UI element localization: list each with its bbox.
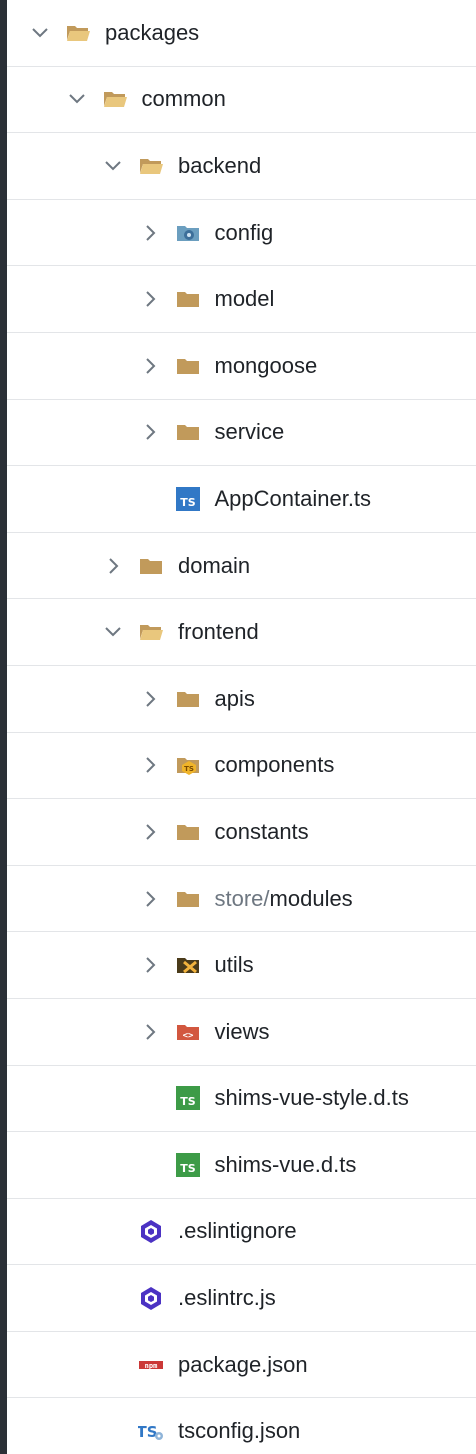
tree-item-label: constants — [214, 818, 309, 844]
chevron-right-icon[interactable] — [139, 821, 161, 843]
tree-item-backend[interactable]: backend — [7, 133, 476, 200]
tree-item-label-suffix: modules — [269, 885, 353, 911]
tree-item-label: shims-vue.d.ts — [214, 1151, 357, 1177]
tree-item-common[interactable]: common — [7, 67, 476, 134]
typescript-file-icon: TS — [175, 486, 201, 511]
chevron-right-icon[interactable] — [139, 688, 161, 710]
chevron-right-icon[interactable] — [139, 222, 161, 244]
tree-item-label: utils — [214, 952, 254, 978]
eslint-icon — [138, 1219, 164, 1244]
tree-item-label: package.json — [178, 1351, 308, 1377]
window-edge — [0, 0, 7, 1454]
folder-open-icon — [138, 620, 164, 644]
folder-icon — [175, 687, 201, 711]
folder-config-icon — [175, 221, 201, 245]
svg-text:TS: TS — [180, 1095, 196, 1108]
tree-item-components[interactable]: TS components — [7, 733, 476, 800]
tree-item-apis[interactable]: apis — [7, 666, 476, 733]
tree-item-constants[interactable]: constants — [7, 799, 476, 866]
chevron-down-icon[interactable] — [66, 88, 88, 110]
tree-item-views[interactable]: <> views — [7, 999, 476, 1066]
svg-text:npm: npm — [145, 1362, 158, 1370]
tree-item-label: model — [214, 286, 275, 312]
tree-item-label: views — [214, 1018, 270, 1044]
tree-item-label: service — [214, 419, 285, 445]
folder-icon — [175, 420, 201, 444]
folder-icon — [175, 287, 201, 311]
tree-item-label: frontend — [178, 619, 259, 645]
chevron-down-icon[interactable] — [29, 22, 51, 44]
svg-text:TS: TS — [180, 1162, 196, 1175]
tree-item-label: components — [214, 752, 335, 778]
folder-open-icon — [102, 87, 128, 111]
tree-item-label: .eslintignore — [178, 1218, 297, 1244]
folder-utils-icon — [175, 953, 201, 977]
typescript-def-icon: TS — [175, 1086, 201, 1111]
tree-item-label: config — [214, 219, 274, 245]
tree-item-label: .eslintrc.js — [178, 1285, 276, 1311]
tree-item-label: mongoose — [214, 352, 318, 378]
tree-item-packages[interactable]: packages — [7, 0, 476, 67]
tree-item-label: shims-vue-style.d.ts — [214, 1085, 409, 1111]
folder-icon — [138, 554, 164, 578]
tree-item-mongoose[interactable]: mongoose — [7, 333, 476, 400]
tree-item-domain[interactable]: domain — [7, 533, 476, 600]
tree-item-eslintignore[interactable]: .eslintignore — [7, 1199, 476, 1266]
folder-components-icon: TS — [175, 753, 201, 777]
tree-item-utils[interactable]: utils — [7, 932, 476, 999]
chevron-right-icon[interactable] — [139, 954, 161, 976]
tree-item-frontend[interactable]: frontend — [7, 599, 476, 666]
chevron-right-icon[interactable] — [139, 754, 161, 776]
svg-text:<>: <> — [182, 1031, 193, 1041]
chevron-down-icon[interactable] — [102, 621, 124, 643]
svg-text:TS: TS — [184, 765, 194, 773]
svg-text:TS: TS — [180, 496, 196, 509]
folder-icon — [175, 820, 201, 844]
tree-item-label: apis — [214, 685, 255, 711]
chevron-right-icon[interactable] — [139, 888, 161, 910]
tree-item-model[interactable]: model — [7, 266, 476, 333]
chevron-right-icon[interactable] — [139, 288, 161, 310]
tree-item-package-json[interactable]: npm package.json — [7, 1332, 476, 1399]
tree-item-shims-vue-style-d-ts[interactable]: TS shims-vue-style.d.ts — [7, 1066, 476, 1133]
tree-item-label: common — [141, 86, 226, 112]
tree-item-label: packages — [105, 19, 200, 45]
tree-item-store-modules[interactable]: store/modules — [7, 866, 476, 933]
tree-item-label: AppContainer.ts — [214, 485, 372, 511]
eslint-icon — [138, 1286, 164, 1311]
tree-item-config[interactable]: config — [7, 200, 476, 267]
folder-views-icon: <> — [175, 1020, 201, 1044]
chevron-down-icon[interactable] — [102, 155, 124, 177]
tree-item-tsconfig-json[interactable]: TS tsconfig.json — [7, 1398, 476, 1454]
svg-text:TS: TS — [138, 1423, 158, 1441]
tree-item-shims-vue-d-ts[interactable]: TS shims-vue.d.ts — [7, 1132, 476, 1199]
tree-item-label: store/modules — [215, 886, 353, 912]
tree-item-label: tsconfig.json — [178, 1418, 301, 1444]
file-tree: packages common backend config model mongoose… — [7, 0, 476, 1454]
tree-item-appcontainer-ts[interactable]: TS AppContainer.ts — [7, 466, 476, 533]
npm-icon: npm — [138, 1353, 164, 1377]
folder-open-icon — [65, 21, 91, 45]
tree-item-label: domain — [178, 552, 251, 578]
chevron-right-icon[interactable] — [139, 1021, 161, 1043]
tsconfig-icon: TS — [138, 1419, 164, 1443]
folder-icon — [175, 354, 201, 378]
tree-item-label: backend — [178, 152, 262, 178]
tree-item-label-text: store/ — [214, 885, 270, 911]
tree-item-service[interactable]: service — [7, 400, 476, 467]
folder-open-icon — [138, 154, 164, 178]
chevron-right-icon[interactable] — [139, 421, 161, 443]
folder-icon — [175, 887, 201, 911]
tree-item-eslintrc-js[interactable]: .eslintrc.js — [7, 1265, 476, 1332]
typescript-def-icon: TS — [175, 1152, 201, 1177]
chevron-right-icon[interactable] — [102, 555, 124, 577]
chevron-right-icon[interactable] — [139, 355, 161, 377]
